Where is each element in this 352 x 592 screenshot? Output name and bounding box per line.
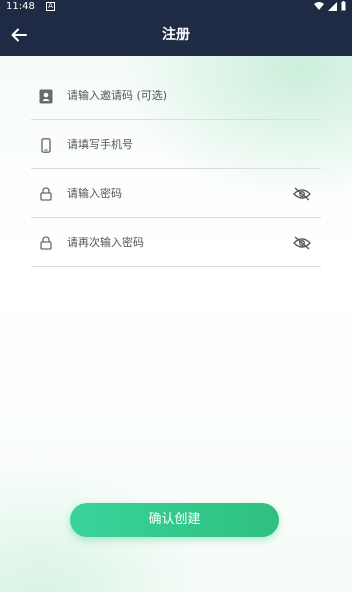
lock-icon — [39, 186, 53, 202]
password-placeholder: 请输入密码 — [67, 187, 122, 200]
create-account-button[interactable]: 确认创建 — [70, 503, 279, 537]
status-icons — [314, 1, 346, 11]
lock-icon — [39, 235, 53, 251]
register-screen: 11:48 A 注册 请输入邀请码 (可选) 请填写手机号 请输入密码 请再次输… — [0, 0, 352, 592]
phone-placeholder: 请填写手机号 — [67, 138, 133, 151]
phone-icon — [39, 137, 53, 153]
invite-code-field[interactable]: 请输入邀请码 (可选) — [31, 72, 321, 120]
page-title: 注册 — [162, 27, 190, 43]
eye-off-icon[interactable] — [293, 235, 311, 250]
confirm-password-field[interactable]: 请再次输入密码 — [31, 219, 321, 267]
eye-off-icon[interactable] — [293, 186, 311, 201]
phone-field[interactable]: 请填写手机号 — [31, 121, 321, 169]
battery-icon — [341, 1, 346, 11]
password-field[interactable]: 请输入密码 — [31, 170, 321, 218]
status-time: 11:48 — [6, 1, 35, 12]
app-bar: 注册 — [0, 14, 352, 56]
invite-code-placeholder: 请输入邀请码 (可选) — [67, 89, 168, 102]
signal-icon — [328, 1, 337, 11]
contact-card-icon — [39, 88, 53, 104]
wifi-icon — [314, 1, 324, 10]
notification-icon: A — [46, 2, 55, 11]
status-bar: 11:48 A — [0, 0, 352, 14]
confirm-password-placeholder: 请再次输入密码 — [67, 236, 144, 249]
